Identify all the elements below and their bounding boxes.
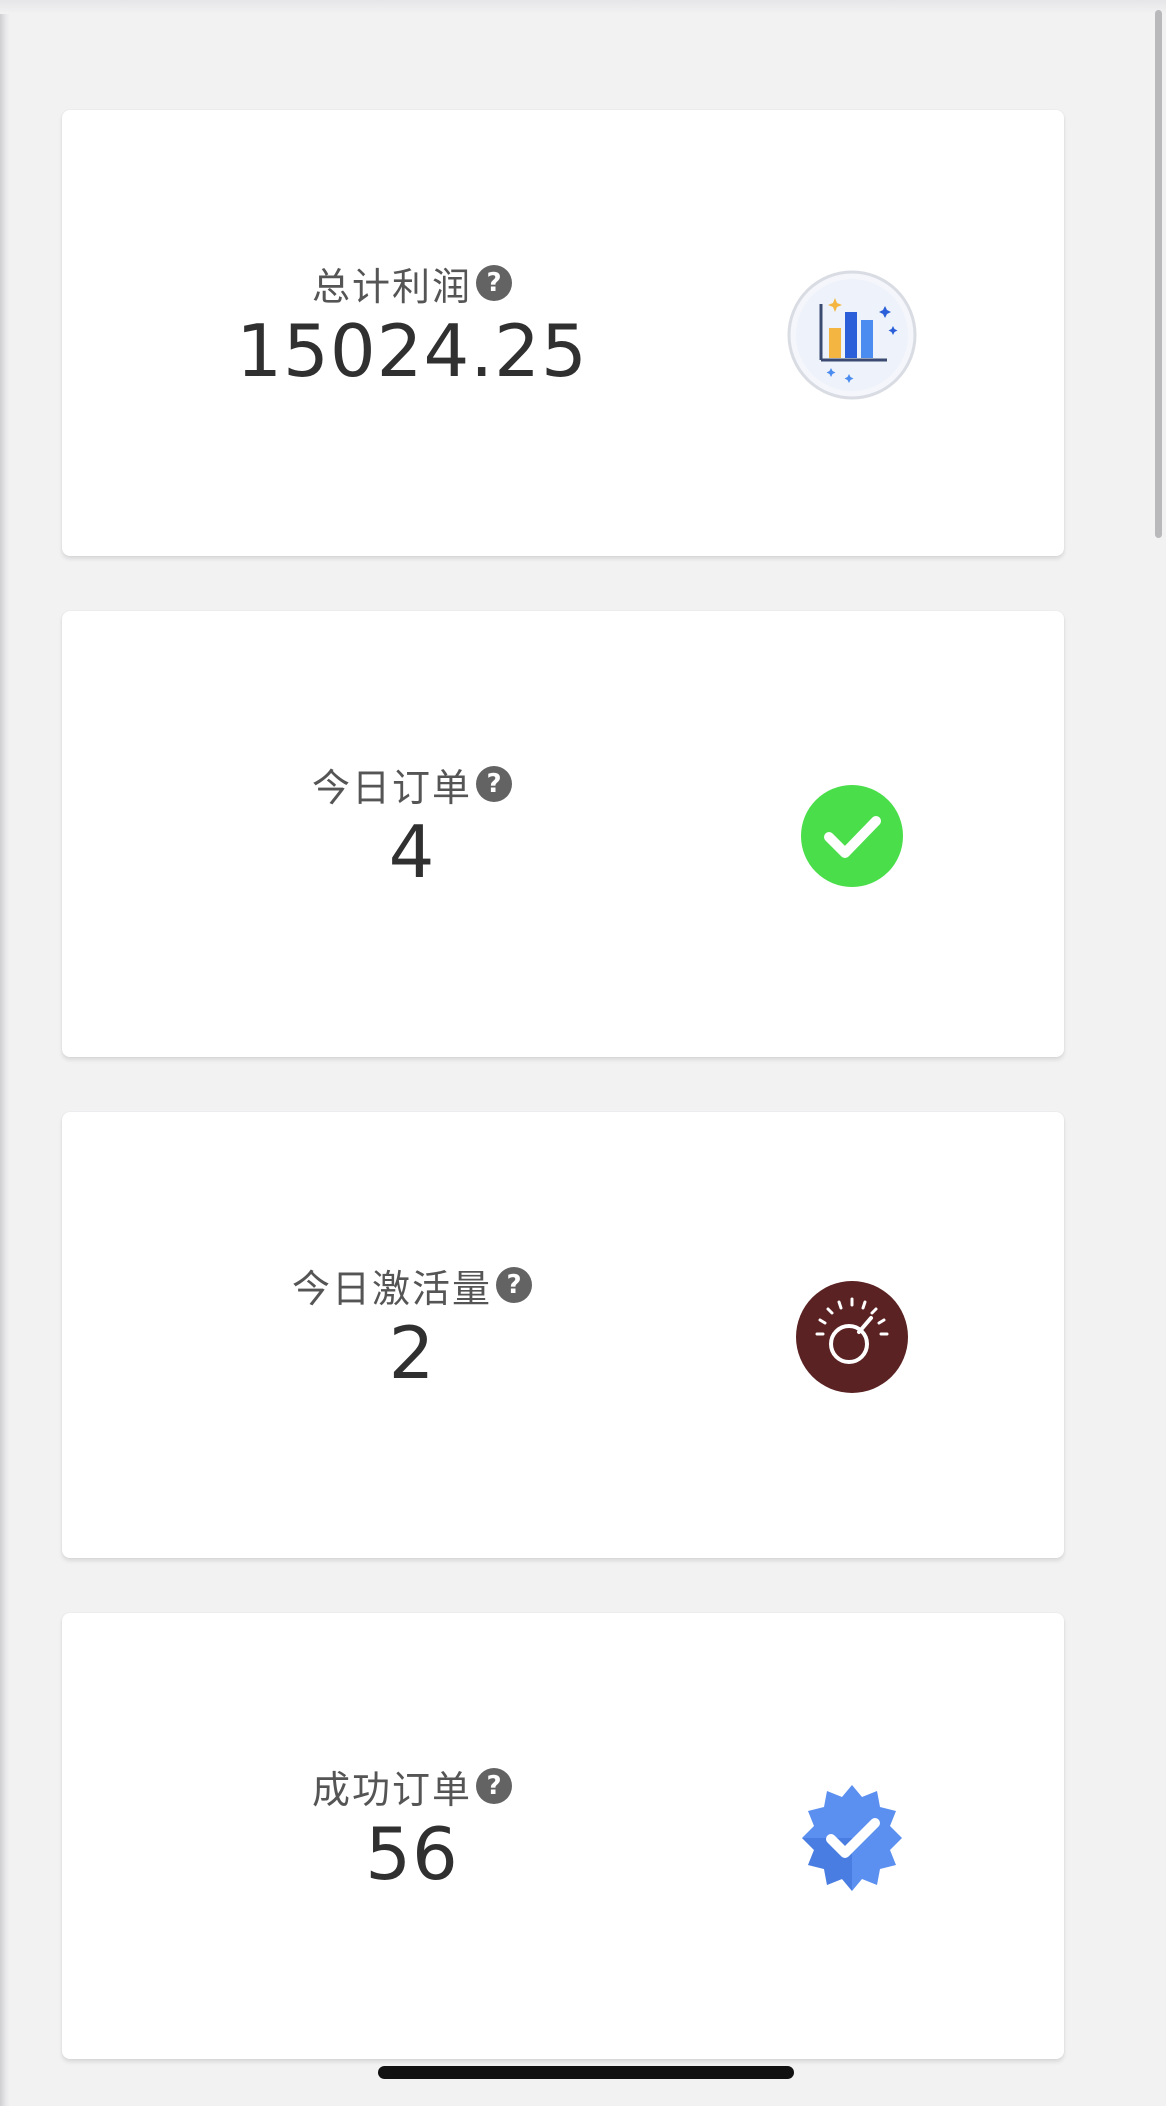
stat-label-row: 成功订单 ? [312, 1763, 512, 1812]
stat-value: 56 [365, 1812, 459, 1896]
stat-value: 4 [388, 810, 436, 894]
help-icon[interactable]: ? [476, 766, 512, 802]
bar-chart-icon [787, 270, 917, 400]
stat-card-today-orders[interactable]: 今日订单 ? 4 [62, 611, 1064, 1057]
check-circle-icon [801, 785, 903, 887]
help-icon[interactable]: ? [476, 1768, 512, 1804]
stat-card-today-activations[interactable]: 今日激活量 ? 2 [62, 1112, 1064, 1558]
stat-text: 成功订单 ? 56 [62, 1763, 762, 1899]
stat-label: 今日激活量 [291, 1266, 492, 1311]
top-edge [0, 0, 1166, 14]
stat-label: 总计利润 [311, 264, 472, 309]
left-edge [0, 0, 10, 2106]
stat-text: 今日订单 ? 4 [62, 761, 762, 897]
stat-label-row: 今日激活量 ? [292, 1262, 532, 1311]
verified-badge-icon [802, 1785, 902, 1891]
help-icon[interactable]: ? [496, 1267, 532, 1303]
scrollbar-thumb[interactable] [1155, 10, 1162, 538]
help-icon[interactable]: ? [476, 265, 512, 301]
stat-text: 总计利润 ? 15024.25 [62, 260, 762, 396]
home-indicator[interactable] [378, 2066, 794, 2079]
stat-label: 成功订单 [311, 1767, 472, 1812]
stat-label-row: 今日订单 ? [312, 761, 512, 810]
stat-label: 今日订单 [311, 765, 472, 810]
stat-label-row: 总计利润 ? [312, 260, 512, 309]
stat-text: 今日激活量 ? 2 [62, 1262, 762, 1398]
stat-value: 15024.25 [236, 309, 588, 393]
stat-card-total-profit[interactable]: 总计利润 ? 15024.25 [62, 110, 1064, 556]
gauge-icon [796, 1281, 908, 1393]
stat-card-successful-orders[interactable]: 成功订单 ? 56 [62, 1613, 1064, 2059]
stat-value: 2 [388, 1311, 436, 1395]
